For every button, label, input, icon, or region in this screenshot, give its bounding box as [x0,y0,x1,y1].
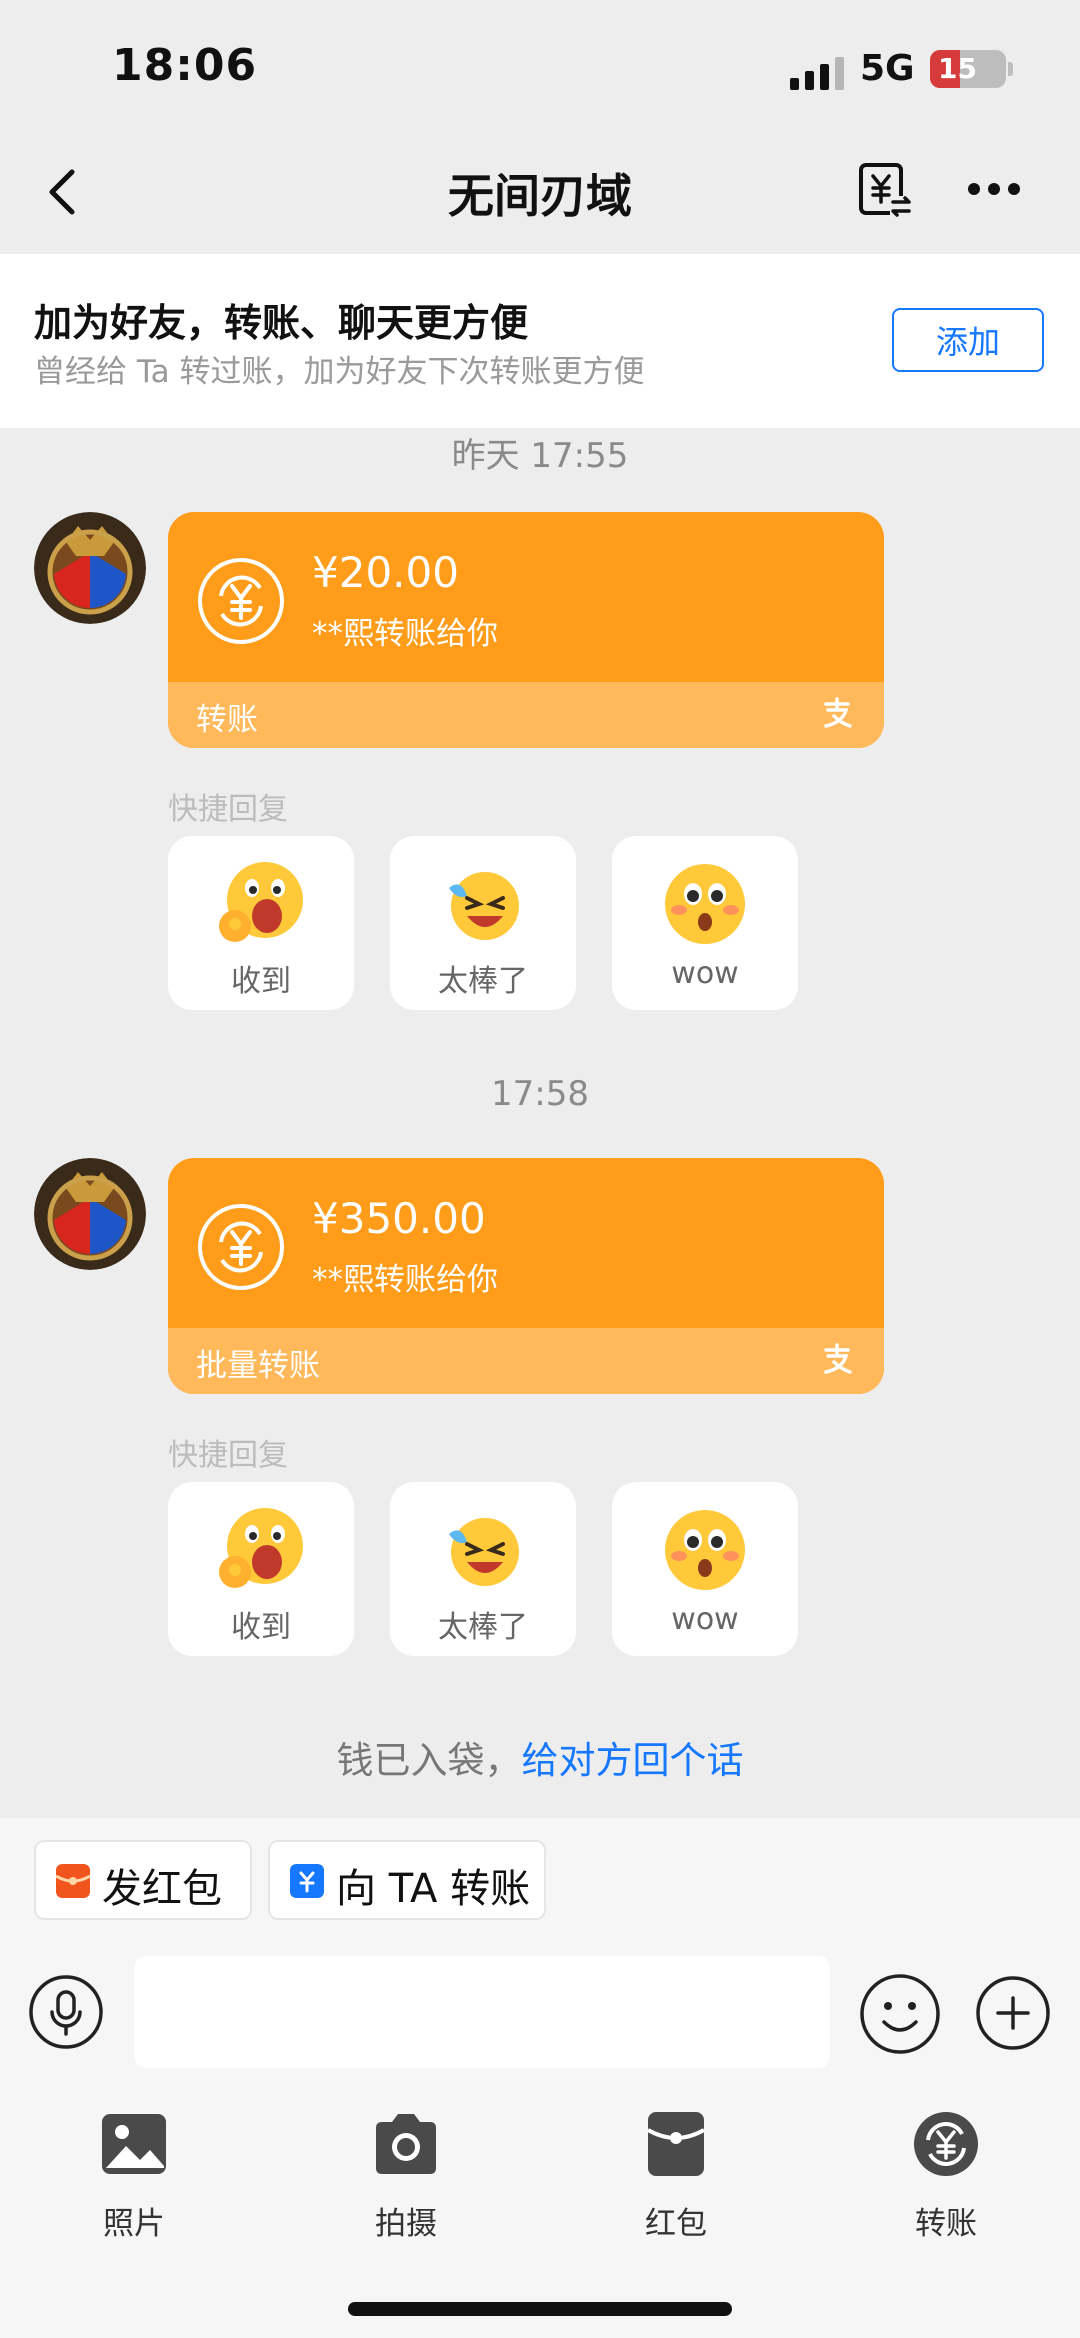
red-envelope-icon [56,1864,90,1898]
message-timestamp: 17:58 [491,1074,589,1114]
transfer-amount: ¥20.00 [312,548,459,597]
transfer-type-label: 转账 [196,702,258,738]
received-notice-text: 钱已入袋， [336,1739,522,1782]
transfer-card-footer: 转账 [168,682,884,748]
transfer-card-footer: 批量转账 [168,1328,884,1394]
more-button[interactable] [966,180,1022,198]
tears-of-joy-emoji-icon [449,872,519,940]
received-notice: 钱已入袋，给对方回个话 [0,1730,1080,1784]
photo-icon [102,2114,166,2174]
battery-tip [1008,62,1013,76]
banner-title: 加为好友，转账、聊天更方便 [34,301,529,345]
quick-reply-text: 太棒了 [438,964,528,999]
quick-reply-received[interactable]: 收到 [168,836,354,1010]
camera-icon [376,2114,436,2174]
emoji-button[interactable] [858,1972,942,2056]
page-title: 无间刃域 [448,169,632,223]
quick-reply-awesome[interactable]: 太棒了 [390,836,576,1010]
send-red-envelope-chip[interactable]: 发红包 [34,1840,252,1920]
transfer-amount: ¥350.00 [312,1194,486,1243]
transfer-to-ta-chip[interactable]: 向 TA 转账 [268,1840,546,1920]
avatar[interactable] [34,1158,146,1270]
bill-button[interactable] [858,162,914,220]
tool-label: 红包 [645,2206,707,2242]
message-timestamp: 昨天 17:55 [451,436,629,476]
reply-link[interactable]: 给对方回个话 [522,1739,744,1782]
transfer-description: **熙转账给你 [312,1262,498,1298]
quick-reply-wow[interactable]: wow [612,836,798,1010]
bill-exchange-icon [859,163,912,218]
battery-level: 15 [938,52,977,85]
quick-reply-label: 快捷回复 [168,1438,288,1473]
avatar[interactable] [34,512,146,624]
quick-reply-text: 太棒了 [438,1610,528,1645]
tool-camera[interactable]: 拍摄 [336,2110,476,2242]
transfer-card[interactable]: ¥20.00 **熙转账给你 转账 [168,512,884,748]
signal-icon [790,56,846,90]
tool-label: 拍摄 [375,2206,437,2242]
microphone-icon [29,1975,103,2049]
plus-circle-icon [976,1976,1050,2050]
surprised-emoji-icon [665,864,745,944]
quick-reply-text: wow [671,1602,739,1637]
add-friend-button[interactable]: 添加 [892,308,1044,372]
smiley-icon [860,1974,940,2054]
home-indicator[interactable] [348,2302,732,2316]
transfer-card[interactable]: ¥350.00 **熙转账给你 批量转账 [168,1158,884,1394]
tool-label: 照片 [103,2206,165,2242]
chip-label: 发红包 [102,1866,222,1912]
tool-transfer[interactable]: 转账 [876,2110,1016,2242]
transfer-coin-icon [914,2112,978,2176]
transfer-type-label: 批量转账 [196,1348,320,1384]
tool-photo[interactable]: 照片 [64,2110,204,2242]
transfer-coin-icon [198,1204,284,1290]
alipay-logo-icon [824,1343,852,1374]
tool-red-packet[interactable]: 红包 [606,2110,746,2242]
quick-reply-text: 收到 [231,1610,291,1645]
avatar-image [34,1158,146,1270]
quick-reply-text: 收到 [231,964,291,999]
quick-reply-received[interactable]: 收到 [168,1482,354,1656]
transfer-coin-icon [198,558,284,644]
tool-label: 转账 [915,2206,977,2242]
banner-subtitle: 曾经给 Ta 转过账，加为好友下次转账更方便 [34,354,645,390]
ok-hand-emoji-icon [219,1508,303,1588]
battery-icon: 15 [930,50,1006,88]
transfer-description: **熙转账给你 [312,616,498,652]
quick-reply-text: wow [671,956,739,991]
more-actions-button[interactable] [974,1974,1052,2052]
voice-button[interactable] [28,1974,104,2050]
message-input[interactable] [134,1956,830,2068]
more-dots-icon [968,183,1020,195]
surprised-emoji-icon [665,1510,745,1590]
tears-of-joy-emoji-icon [449,1518,519,1586]
chip-label: 向 TA 转账 [336,1866,531,1912]
status-time: 18:06 [112,40,258,91]
alipay-logo-icon [824,697,852,728]
red-packet-icon [647,2112,705,2176]
network-type: 5G [860,48,915,89]
quick-reply-label: 快捷回复 [168,792,288,827]
quick-reply-wow[interactable]: wow [612,1482,798,1656]
avatar-image [34,512,146,624]
quick-reply-awesome[interactable]: 太棒了 [390,1482,576,1656]
ok-hand-emoji-icon [219,862,303,942]
transfer-icon [290,1864,324,1898]
